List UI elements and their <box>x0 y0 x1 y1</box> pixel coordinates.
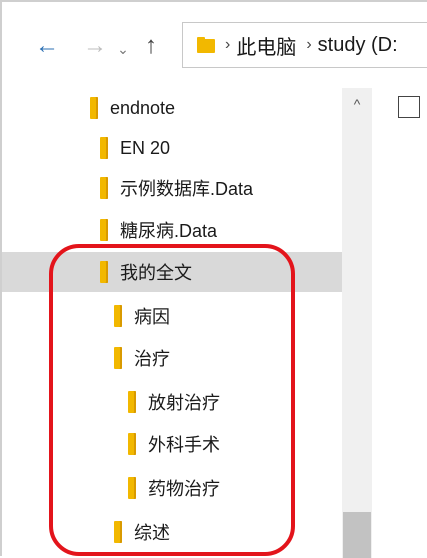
folder-icon <box>100 261 108 283</box>
tree-item-diabetes-data[interactable]: 糖尿病.Data <box>2 210 342 250</box>
tree-item-review[interactable]: 综述 <box>2 512 342 552</box>
tree-item-treatment[interactable]: 治疗 <box>2 338 342 378</box>
explorer-window: ← → ⌄ ↑ › 此电脑 › study (D: endnote EN 20 … <box>0 0 427 558</box>
vertical-scrollbar[interactable]: ^ <box>342 88 372 558</box>
tree-item-label: 综述 <box>134 523 170 543</box>
scrollbar-thumb[interactable] <box>343 512 371 558</box>
tree-item-en20[interactable]: EN 20 <box>2 128 342 168</box>
back-arrow-icon[interactable]: ← <box>32 30 62 62</box>
folder-icon <box>100 219 108 241</box>
tree-item-label: 放射治疗 <box>148 393 220 413</box>
tree-item-endnote[interactable]: endnote <box>2 88 342 128</box>
breadcrumb-separator-icon[interactable]: › <box>306 36 311 54</box>
folder-icon <box>114 305 122 327</box>
folder-icon <box>114 347 122 369</box>
address-bar: ← → ⌄ ↑ › 此电脑 › study (D: <box>2 2 427 89</box>
scroll-up-icon[interactable]: ^ <box>342 92 372 116</box>
tree-item-label: 药物治疗 <box>148 479 220 499</box>
tree-item-label: 糖尿病.Data <box>120 221 218 241</box>
folder-icon <box>114 521 122 543</box>
folder-icon <box>197 37 215 53</box>
breadcrumb-study-drive[interactable]: study (D: <box>318 34 398 57</box>
folder-icon <box>90 97 98 119</box>
tree-item-etiology[interactable]: 病因 <box>2 296 342 336</box>
folder-icon <box>100 177 108 199</box>
folder-icon <box>128 391 136 413</box>
tree-item-sample-database[interactable]: 示例数据库.Data <box>2 168 342 208</box>
folder-icon <box>128 433 136 455</box>
tree-item-label: 病因 <box>134 307 170 327</box>
tree-item-label: 我的全文 <box>120 263 192 283</box>
tree-item-label: endnote <box>110 97 176 118</box>
tree-item-label: EN 20 <box>120 137 171 158</box>
forward-arrow-icon[interactable]: → <box>80 30 110 62</box>
up-arrow-icon[interactable]: ↑ <box>139 30 163 62</box>
tree-item-my-fulltext[interactable]: 我的全文 <box>2 252 342 292</box>
recent-locations-chevron-icon[interactable]: ⌄ <box>115 33 131 65</box>
navigation-tree: endnote EN 20 示例数据库.Data 糖尿病.Data 我的全文 病… <box>2 88 342 558</box>
breadcrumb-this-pc[interactable]: 此电脑 <box>236 31 296 60</box>
tree-item-label: 外科手术 <box>148 435 220 455</box>
folder-icon <box>128 477 136 499</box>
folder-icon <box>100 137 108 159</box>
tree-item-surgery[interactable]: 外科手术 <box>2 424 342 464</box>
tree-item-drug-therapy[interactable]: 药物治疗 <box>2 468 342 508</box>
tree-item-radiotherapy[interactable]: 放射治疗 <box>2 382 342 422</box>
select-all-checkbox[interactable] <box>398 96 420 118</box>
breadcrumb-separator-icon[interactable]: › <box>225 36 230 54</box>
address-box[interactable]: › 此电脑 › study (D: <box>182 22 427 68</box>
tree-item-label: 示例数据库.Data <box>120 179 254 199</box>
file-list-pane <box>372 88 427 558</box>
tree-item-label: 治疗 <box>134 349 170 369</box>
